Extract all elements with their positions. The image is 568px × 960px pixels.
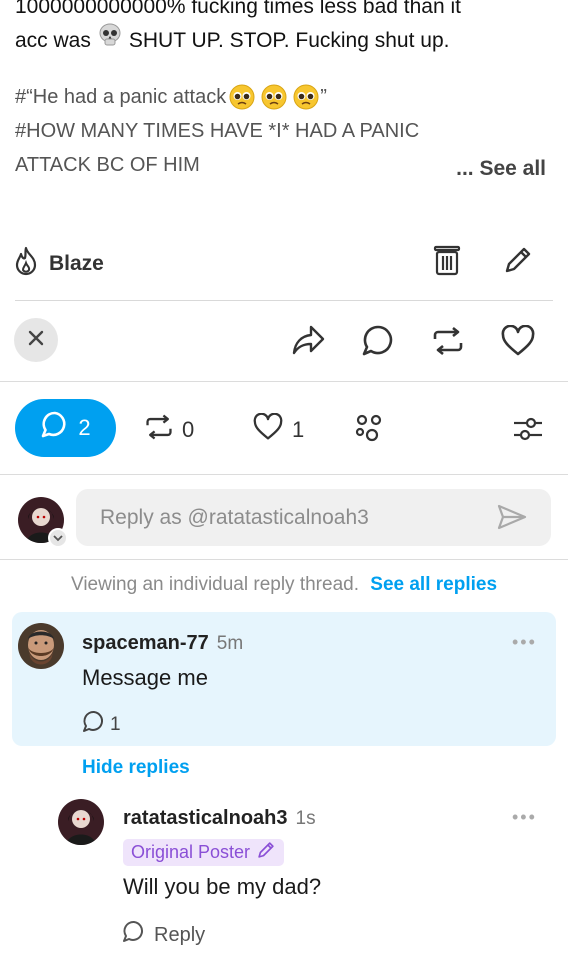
close-icon [28, 330, 44, 351]
reply-label: Reply [154, 923, 206, 946]
username-link[interactable]: ratatasticalnoah3 [123, 807, 288, 829]
avatar[interactable] [18, 623, 64, 669]
timestamp: 5m [216, 633, 244, 654]
reply-button[interactable]: Reply [122, 920, 205, 950]
reply-header: ratatasticalnoah3 1s [123, 807, 316, 830]
delete-button[interactable] [432, 243, 462, 282]
post-tag[interactable]: #“He had a panic attack ” [15, 80, 327, 114]
reply-message: Will you be my dad? [123, 874, 322, 899]
post-text-line: 1000000000000% fucking times less bad th… [15, 0, 461, 18]
pencil-icon [256, 840, 276, 865]
reply-input[interactable]: Reply as @ratatasticalnoah3 [76, 489, 551, 546]
post-text-fragment: acc was [15, 28, 91, 52]
share-arrow-icon [291, 325, 325, 360]
thread-notice-text: Viewing an individual reply thread. [70, 574, 359, 595]
blaze-label: Blaze [49, 252, 104, 275]
blaze-button[interactable]: Blaze [13, 246, 104, 282]
trash-icon [432, 245, 462, 281]
divider [0, 381, 568, 382]
reblog-button[interactable] [431, 326, 465, 361]
replies-count: 2 [78, 415, 91, 440]
reply-button[interactable] [361, 324, 395, 363]
filter-button[interactable] [512, 414, 544, 449]
likes-tab[interactable]: 1 [252, 412, 305, 447]
nodes-icon [354, 414, 386, 447]
speech-bubble-icon [82, 710, 106, 740]
see-all-replies-link[interactable]: See all replies [370, 574, 497, 595]
avatar[interactable] [58, 799, 104, 845]
divider [0, 474, 568, 475]
flame-icon [13, 246, 39, 282]
heart-icon [500, 324, 536, 361]
post-text-line: acc was SHUT UP. STOP. Fucking shut up. [15, 22, 449, 59]
account-switch-button[interactable] [48, 528, 68, 548]
reblogs-tab[interactable]: 0 [144, 413, 194, 447]
hide-replies-link[interactable]: Hide replies [82, 757, 190, 779]
like-button[interactable] [500, 324, 536, 362]
reply-count: 1 [110, 714, 121, 735]
close-button[interactable] [14, 318, 58, 362]
see-all-link[interactable]: ... See all [456, 157, 546, 181]
reblog-icon [144, 413, 174, 447]
post-tag[interactable]: ATTACK BC OF HIM [15, 148, 200, 182]
reply-header: spaceman-77 5m [82, 632, 243, 655]
likes-count: 1 [292, 417, 305, 442]
reblog-icon [431, 326, 465, 360]
pleading-face-emoji-icon [228, 83, 320, 111]
send-button[interactable] [497, 503, 527, 536]
pencil-icon [502, 247, 534, 280]
badge-label: Original Poster [131, 842, 251, 862]
share-button[interactable] [291, 324, 325, 361]
chevron-down-icon [53, 529, 63, 547]
tag-text: ” [320, 86, 327, 108]
speech-bubble-icon [122, 920, 146, 950]
send-icon [497, 504, 527, 535]
more-options-button[interactable]: ••• [512, 632, 537, 653]
thread-notice: Viewing an individual reply thread. See … [0, 574, 568, 596]
timestamp: 1s [295, 808, 316, 829]
replies-tab[interactable]: 2 [15, 399, 116, 457]
username-link[interactable]: spaceman-77 [82, 632, 209, 654]
tag-text: #“He had a panic attack [15, 86, 227, 108]
reply-count-button[interactable]: 1 [82, 710, 121, 740]
post-tag[interactable]: #HOW MANY TIMES HAVE *I* HAD A PANIC [15, 114, 419, 148]
skull-emoji-icon [97, 22, 123, 59]
post-text-fragment: SHUT UP. STOP. Fucking shut up. [128, 28, 450, 52]
reply-input-placeholder: Reply as @ratatasticalnoah3 [100, 505, 369, 529]
speech-bubble-icon [361, 325, 395, 362]
original-poster-badge: Original Poster [123, 839, 285, 866]
edit-button[interactable] [502, 244, 534, 281]
reblogs-count: 0 [182, 417, 195, 442]
divider [15, 300, 553, 301]
reply-message: Message me [82, 665, 208, 690]
speech-bubble-icon [40, 410, 70, 446]
divider [0, 559, 568, 560]
community-activity-tab[interactable] [354, 413, 386, 448]
more-options-button[interactable]: ••• [512, 807, 537, 828]
sliders-icon [512, 417, 544, 448]
heart-icon [252, 412, 284, 447]
